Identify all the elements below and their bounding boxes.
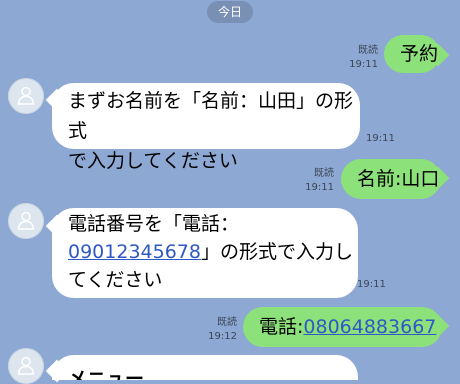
- bot-avatar[interactable]: [8, 78, 44, 114]
- phone-link[interactable]: 08064883667: [303, 316, 436, 338]
- outgoing-message-3[interactable]: 電話:08064883667: [243, 307, 442, 347]
- bot-avatar[interactable]: [8, 348, 44, 384]
- outgoing-message-1[interactable]: 予約: [384, 35, 440, 73]
- incoming-message-2[interactable]: 電話番号を「電話： 09012345678」の形式で入力し てください: [52, 208, 358, 298]
- default-user-avatar-icon: [17, 356, 35, 375]
- outgoing-message-2[interactable]: 名前:山口: [341, 159, 441, 199]
- message-time: 19:11: [366, 133, 395, 144]
- incoming-message-3[interactable]: メニュー: [52, 355, 358, 380]
- date-divider: 今日: [207, 1, 253, 23]
- read-status-2: 既読 19:11: [305, 168, 334, 193]
- message-time: 19:11: [357, 279, 386, 290]
- default-user-avatar-icon: [17, 86, 35, 105]
- bot-avatar[interactable]: [8, 203, 44, 239]
- read-status-1: 既読 19:11: [349, 45, 378, 70]
- default-user-avatar-icon: [17, 211, 35, 230]
- phone-link[interactable]: 09012345678: [68, 241, 201, 263]
- incoming-message-1[interactable]: まずお名前を「名前：山田」の形式 で入力してください: [52, 83, 360, 172]
- read-status-3: 既読 19:12: [208, 317, 237, 342]
